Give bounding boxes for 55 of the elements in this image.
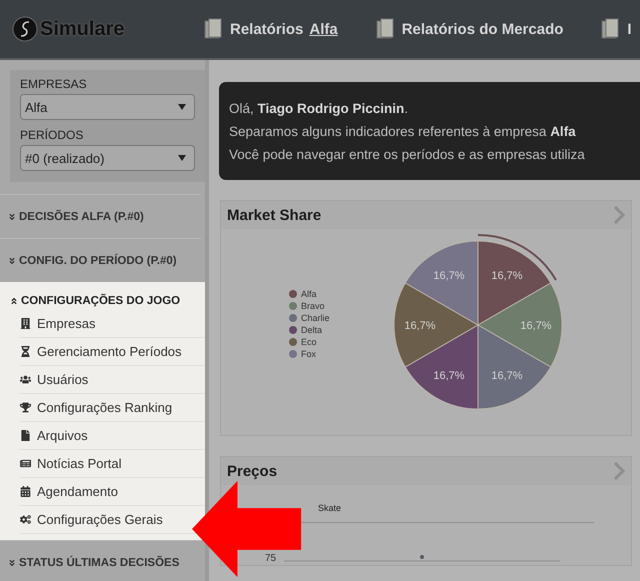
menu-item-icon: [20, 318, 31, 329]
chevron-down-icon: [8, 559, 16, 567]
panel-title: Preços: [227, 462, 278, 480]
chevron-up-icon: [10, 297, 18, 305]
axis-tick-label: 75: [265, 553, 276, 564]
legend-label: Delta: [301, 325, 322, 335]
caret-icon: [178, 155, 186, 161]
filter-label: PERÍODOS: [20, 128, 84, 142]
menu-item-icon: [20, 346, 31, 357]
logo-icon: [12, 16, 38, 42]
menu-item[interactable]: Empresas: [20, 316, 96, 331]
slice-label: 16,7%: [491, 270, 523, 282]
menu-item[interactable]: Arquivos: [20, 428, 88, 443]
slice-label: 16,7%: [520, 320, 552, 332]
menu-item-icon: [20, 402, 31, 413]
menu-item-icon: [20, 458, 31, 469]
section-header[interactable]: STATUS ÚLTIMAS DECISÕES: [8, 557, 180, 569]
slice-label: 16,7%: [404, 320, 436, 332]
welcome-text: Olá, Tiago Rodrigo Piccinin.: [229, 100, 410, 118]
section-header[interactable]: DECISÕES ALFA (P.#0): [8, 211, 144, 223]
menu-item[interactable]: Usuários: [20, 372, 88, 387]
welcome-text: Separamos alguns indicadores referentes à empresa Alfa: [229, 123, 577, 141]
dropdown[interactable]: Alfa: [20, 94, 195, 120]
menu-item[interactable]: Configurações Ranking: [20, 400, 172, 415]
slice-label: 16,7%: [433, 270, 465, 282]
slice-label: 16,7%: [433, 370, 465, 382]
welcome-text: Você pode navegar entre os períodos e as empresas utiliza: [229, 146, 586, 164]
pie-slice[interactable]: [394, 282, 478, 368]
legend-label: Alfa: [301, 289, 317, 299]
section-header[interactable]: CONFIGURAÇÕES DO JOGO: [10, 295, 180, 307]
chevron-down-icon: [8, 213, 16, 221]
menu-item[interactable]: Configurações Gerais: [20, 512, 163, 527]
slice-label: 16,7%: [491, 370, 523, 382]
panel-title: Market Share: [227, 206, 322, 224]
dropdown[interactable]: #0 (realizado): [20, 145, 195, 171]
menu-item-icon: [20, 374, 31, 385]
filter-label: EMPRESAS: [20, 77, 88, 91]
menu-item[interactable]: Notícias Portal: [20, 456, 122, 471]
legend-label: Skate: [318, 503, 342, 513]
pie-slice[interactable]: [478, 282, 562, 368]
section-header[interactable]: CONFIG. DO PERÍODO (P.#0): [8, 255, 177, 267]
legend-label: Bravo: [301, 301, 325, 311]
menu-item-icon: [20, 486, 31, 497]
legend-label: Eco: [301, 337, 317, 347]
caret-icon: [178, 104, 186, 110]
chevron-down-icon: [8, 257, 16, 265]
menu-item-icon: [20, 514, 31, 525]
nav-link[interactable]: Relatórios Alfa: [202, 18, 338, 40]
legend-label: Charlie: [301, 313, 330, 323]
legend-label: Fox: [301, 349, 316, 359]
menu-item[interactable]: Agendamento: [20, 484, 118, 499]
menu-item-icon: [20, 430, 31, 441]
nav-link[interactable]: I: [599, 18, 632, 40]
nav-link[interactable]: Relatórios do Mercado: [374, 18, 564, 40]
menu-item[interactable]: Gerenciamento Períodos: [20, 344, 182, 359]
